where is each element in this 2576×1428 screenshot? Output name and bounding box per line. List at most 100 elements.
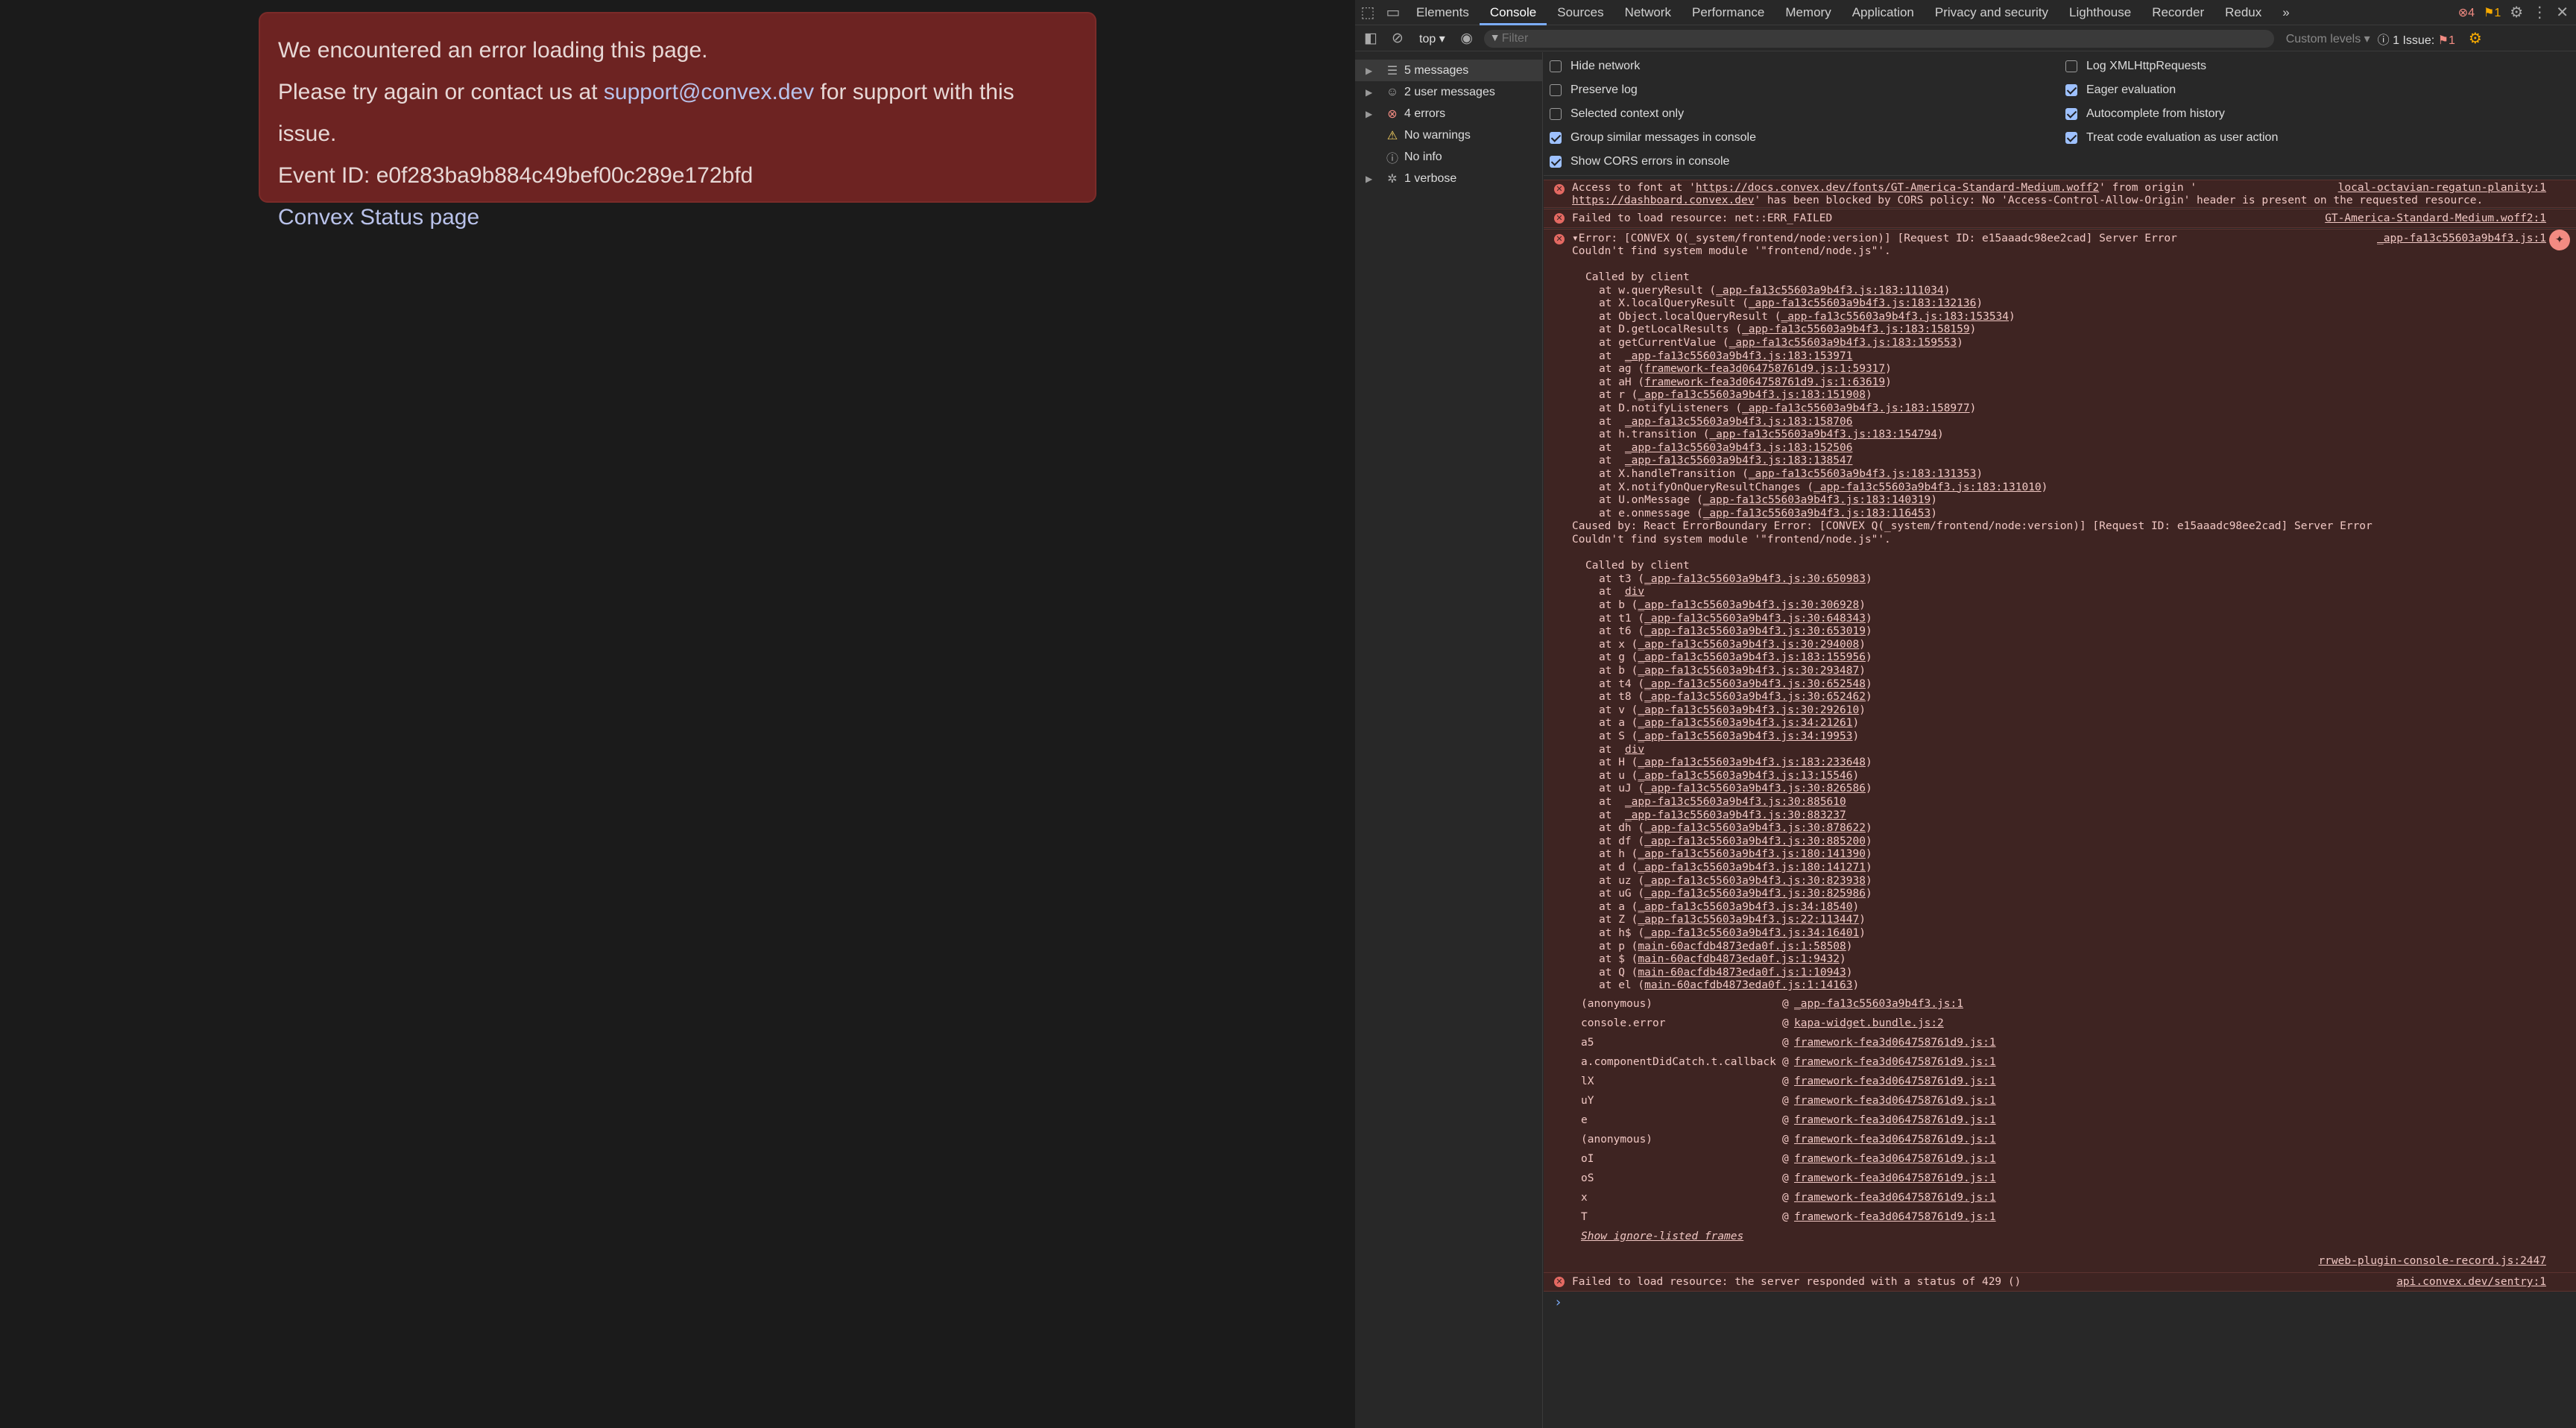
frame-source-link[interactable]: framework-fea3d064758761d9.js:1 [1794, 1188, 1996, 1207]
trace-source-link[interactable]: _app-fa13c55603a9b4f3.js:34:21261 [1638, 717, 1852, 729]
setting-preserve-log[interactable]: Preserve log [1550, 83, 1638, 97]
trace-source-link[interactable]: _app-fa13c55603a9b4f3.js:34:19953 [1638, 730, 1852, 742]
tab-lighthouse[interactable]: Lighthouse [2059, 0, 2141, 25]
trace-source-link[interactable]: _app-fa13c55603a9b4f3.js:34:16401 [1644, 927, 1859, 939]
trace-source-link[interactable]: _app-fa13c55603a9b4f3.js:30:885610 [1625, 796, 1846, 808]
console-prompt-icon[interactable]: › [1554, 1295, 1562, 1310]
setting-eager-evaluation[interactable]: Eager evaluation [2065, 83, 2176, 97]
sidebar-toggle-icon[interactable]: ◧ [1361, 30, 1380, 47]
trace-source-link[interactable]: framework-fea3d064758761d9.js:1:59317 [1644, 363, 1885, 375]
trace-source-link[interactable]: _app-fa13c55603a9b4f3.js:183:159553 [1729, 337, 1957, 349]
trace-source-link[interactable]: _app-fa13c55603a9b4f3.js:180:141390 [1638, 848, 1866, 860]
device-toolbar-icon[interactable]: ▭ [1380, 0, 1406, 25]
trace-source-link[interactable]: _app-fa13c55603a9b4f3.js:30:306928 [1638, 599, 1859, 611]
checkbox[interactable] [2065, 132, 2077, 144]
frame-source-link[interactable]: framework-fea3d064758761d9.js:1 [1794, 1111, 1996, 1130]
setting-show-cors-errors-in-console[interactable]: Show CORS errors in console [1550, 155, 1729, 168]
trace-source-link[interactable]: _app-fa13c55603a9b4f3.js:183:153534 [1781, 311, 2009, 323]
trace-source-link[interactable]: _app-fa13c55603a9b4f3.js:183:152506 [1625, 442, 1853, 454]
tab-privacy-and-security[interactable]: Privacy and security [1925, 0, 2059, 25]
trace-source-link[interactable]: _app-fa13c55603a9b4f3.js:30:652548 [1644, 678, 1866, 690]
more-tabs-button[interactable]: » [2272, 0, 2299, 25]
rrweb-source-link[interactable]: rrweb-plugin-console-record.js:2447 [2318, 1255, 2546, 1267]
expand-arrow-icon[interactable]: ▶ [1366, 109, 1380, 119]
clear-console-icon[interactable]: ⊘ [1388, 30, 1407, 47]
trace-source-link[interactable]: _app-fa13c55603a9b4f3.js:183:111034 [1716, 285, 1944, 297]
tab-elements[interactable]: Elements [1406, 0, 1480, 25]
trace-source-link[interactable]: _app-fa13c55603a9b4f3.js:30:823938 [1644, 875, 1866, 887]
sidebar-item-bug[interactable]: ▶ ✲ 1 verbose [1355, 168, 1542, 189]
trace-source-link[interactable]: _app-fa13c55603a9b4f3.js:30:292610 [1638, 704, 1859, 716]
trace-source-link[interactable]: main-60acfdb4873eda0f.js:1:9432 [1638, 953, 1840, 965]
trace-source-link[interactable]: _app-fa13c55603a9b4f3.js:30:883237 [1625, 809, 1846, 821]
warning-count-badge[interactable]: ⚑1 [2484, 5, 2501, 20]
error-heading[interactable]: ▾Error: [CONVEX Q(_system/frontend/node:… [1572, 233, 2177, 246]
checkbox[interactable] [2065, 60, 2077, 72]
source-link[interactable]: _app-fa13c55603a9b4f3.js:1 [2377, 233, 2546, 244]
setting-autocomplete-from-history[interactable]: Autocomplete from history [2065, 107, 2225, 121]
tab-performance[interactable]: Performance [1682, 0, 1775, 25]
trace-source-link[interactable]: _app-fa13c55603a9b4f3.js:183:158706 [1625, 416, 1853, 428]
checkbox[interactable] [1550, 132, 1562, 144]
trace-source-link[interactable]: _app-fa13c55603a9b4f3.js:13:15546 [1638, 770, 1852, 782]
live-expression-eye-icon[interactable]: ◉ [1457, 30, 1477, 47]
setting-log-xmlhttprequests[interactable]: Log XMLHttpRequests [2065, 60, 2206, 73]
context-select[interactable]: top ▾ [1415, 31, 1450, 46]
tab-console[interactable]: Console [1479, 0, 1547, 25]
trace-source-link[interactable]: _app-fa13c55603a9b4f3.js:183:138547 [1625, 455, 1853, 467]
trace-source-link[interactable]: _app-fa13c55603a9b4f3.js:183:158159 [1742, 323, 1970, 335]
trace-source-link[interactable]: div [1625, 586, 1644, 598]
trace-source-link[interactable]: _app-fa13c55603a9b4f3.js:30:648343 [1644, 613, 1866, 625]
frame-source-link[interactable]: framework-fea3d064758761d9.js:1 [1794, 1033, 1996, 1052]
expand-arrow-icon[interactable]: ▶ [1366, 174, 1380, 184]
trace-source-link[interactable]: _app-fa13c55603a9b4f3.js:30:653019 [1644, 625, 1866, 637]
trace-source-link[interactable]: _app-fa13c55603a9b4f3.js:30:293487 [1638, 665, 1859, 677]
error-count-badge[interactable]: ⊗4 [2458, 5, 2475, 20]
tab-redux[interactable]: Redux [2214, 0, 2272, 25]
trace-source-link[interactable]: _app-fa13c55603a9b4f3.js:183:158977 [1742, 402, 1970, 414]
console-settings-icon[interactable]: ⚙ [2469, 29, 2482, 48]
frame-source-link[interactable]: framework-fea3d064758761d9.js:1 [1794, 1207, 1996, 1227]
trace-source-link[interactable]: _app-fa13c55603a9b4f3.js:183:140319 [1703, 494, 1931, 506]
trace-source-link[interactable]: _app-fa13c55603a9b4f3.js:22:113447 [1638, 914, 1859, 926]
source-link[interactable]: local-octavian-regatun-planity:1 [2338, 182, 2546, 194]
show-ignore-listed-frames-link[interactable]: Show ignore-listed frames [1581, 1227, 1996, 1246]
sidebar-item-user[interactable]: ▶ ☺ 2 user messages [1355, 81, 1542, 103]
expand-arrow-icon[interactable]: ▶ [1366, 87, 1380, 98]
trace-source-link[interactable]: _app-fa13c55603a9b4f3.js:180:141271 [1638, 862, 1866, 873]
support-email-link[interactable]: support@convex.dev [604, 80, 814, 104]
trace-source-link[interactable]: _app-fa13c55603a9b4f3.js:183:154794 [1709, 429, 1937, 440]
checkbox[interactable] [2065, 84, 2077, 96]
inspect-element-icon[interactable]: ⬚ [1355, 0, 1380, 25]
source-link[interactable]: GT-America-Standard-Medium.woff2:1 [2325, 212, 2546, 224]
trace-source-link[interactable]: main-60acfdb4873eda0f.js:1:58508 [1638, 941, 1846, 952]
trace-source-link[interactable]: main-60acfdb4873eda0f.js:1:14163 [1644, 979, 1852, 991]
frame-source-link[interactable]: framework-fea3d064758761d9.js:1 [1794, 1169, 1996, 1188]
tab-recorder[interactable]: Recorder [2141, 0, 2214, 25]
trace-source-link[interactable]: _app-fa13c55603a9b4f3.js:30:878622 [1644, 822, 1866, 834]
trace-source-link[interactable]: _app-fa13c55603a9b4f3.js:183:116453 [1703, 508, 1931, 519]
ai-explain-icon[interactable]: ✦ [2549, 230, 2570, 250]
issues-button[interactable]: ⓘ 1 Issue: ⚑1 [2378, 30, 2455, 48]
frame-source-link[interactable]: _app-fa13c55603a9b4f3.js:1 [1794, 994, 1963, 1014]
sentry-source-link[interactable]: api.convex.dev/sentry:1 [2396, 1276, 2546, 1288]
checkbox[interactable] [1550, 60, 1562, 72]
setting-treat-code-evaluation-as-user-action[interactable]: Treat code evaluation as user action [2065, 131, 2278, 145]
settings-gear-icon[interactable]: ⚙ [2510, 3, 2523, 22]
trace-source-link[interactable]: main-60acfdb4873eda0f.js:1:10943 [1638, 967, 1846, 979]
sidebar-item-error[interactable]: ▶ ⊗ 4 errors [1355, 103, 1542, 124]
trace-source-link[interactable]: _app-fa13c55603a9b4f3.js:34:18540 [1638, 901, 1852, 913]
checkbox[interactable] [2065, 108, 2077, 120]
frame-source-link[interactable]: framework-fea3d064758761d9.js:1 [1794, 1091, 1996, 1111]
trace-source-link[interactable]: _app-fa13c55603a9b4f3.js:183:132136 [1749, 297, 1977, 309]
checkbox[interactable] [1550, 108, 1562, 120]
trace-source-link[interactable]: _app-fa13c55603a9b4f3.js:183:151908 [1638, 389, 1866, 401]
trace-source-link[interactable]: _app-fa13c55603a9b4f3.js:183:131010 [1813, 481, 2042, 493]
setting-hide-network[interactable]: Hide network [1550, 60, 1640, 73]
frame-source-link[interactable]: framework-fea3d064758761d9.js:1 [1794, 1130, 1996, 1149]
frame-source-link[interactable]: framework-fea3d064758761d9.js:1 [1794, 1149, 1996, 1169]
sidebar-item-list[interactable]: ▶ ☰ 5 messages [1355, 60, 1542, 81]
trace-source-link[interactable]: framework-fea3d064758761d9.js:1:63619 [1644, 376, 1885, 388]
trace-source-link[interactable]: _app-fa13c55603a9b4f3.js:30:885200 [1644, 835, 1866, 847]
sidebar-item-warning[interactable]: ⚠ No warnings [1355, 124, 1542, 146]
